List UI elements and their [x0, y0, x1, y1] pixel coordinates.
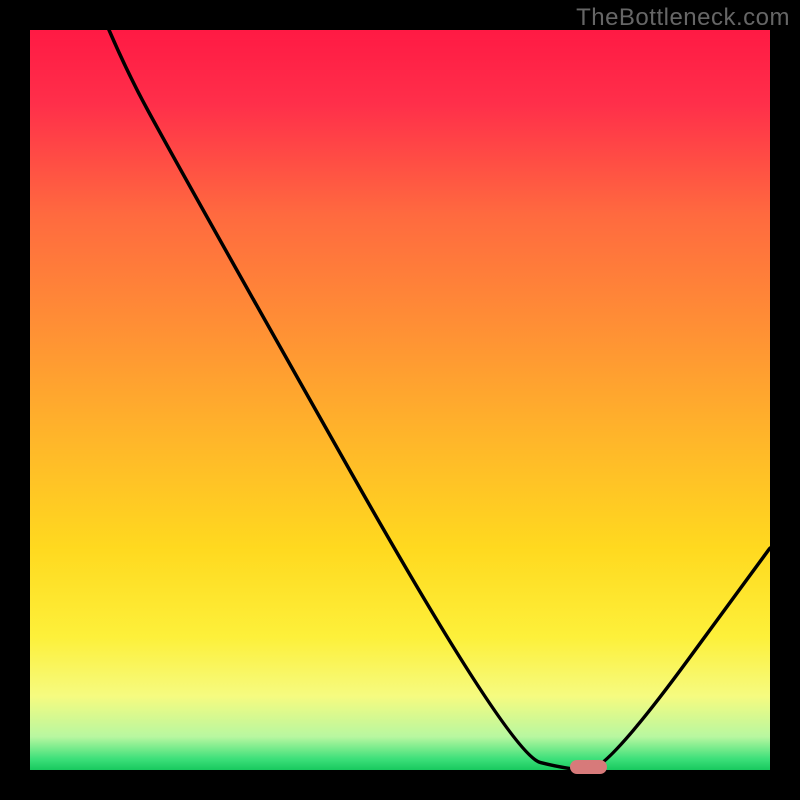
chart-frame: TheBottleneck.com: [0, 0, 800, 800]
optimum-marker: [570, 760, 607, 774]
watermark-label: TheBottleneck.com: [576, 4, 790, 32]
bottleneck-plot: [30, 30, 770, 770]
gradient-background: [30, 30, 770, 770]
